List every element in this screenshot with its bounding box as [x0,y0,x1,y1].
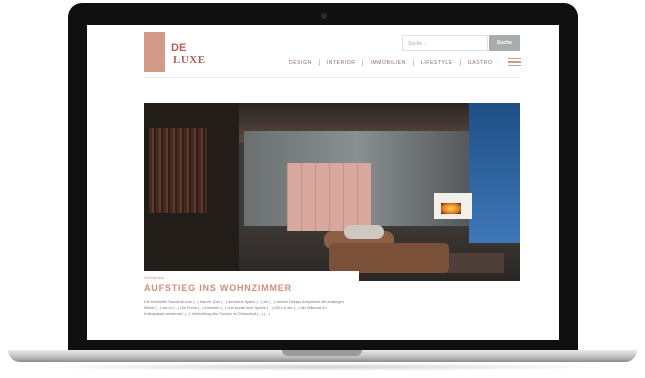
hero-window [469,103,520,243]
hero-cabinet-lines [287,163,371,231]
header-divider [144,77,520,78]
laptop-screen: DE LUXE Suche ... Suche DESIGN INTERIOR … [87,25,559,340]
nav-item-interior[interactable]: INTERIOR [320,60,363,66]
nav-item-gastro[interactable]: GASTRO [461,60,500,66]
main-nav: DESIGN INTERIOR IMMOBILIEN LIFESTYLE GAS… [282,59,499,66]
hero-cutout [144,271,359,281]
laptop-shadow [30,363,615,371]
laptop-notch [282,350,362,356]
article-body: Die Hersteller Savoir/ist zum (...) Hamm… [144,300,344,316]
nav-item-lifestyle[interactable]: LIFESTYLE [414,60,460,66]
hero-books [149,128,207,213]
hero-image[interactable] [144,103,520,281]
laptop-lid: DE LUXE Suche ... Suche DESIGN INTERIOR … [68,3,578,355]
hero-flame [441,203,461,214]
nav-item-immobilien[interactable]: IMMOBILIEN [363,60,412,66]
camera-icon [321,13,327,19]
hero-rug [444,253,504,273]
logo-block [144,32,165,72]
nav-item-design[interactable]: DESIGN [282,60,319,66]
search-button[interactable]: Suche [489,35,520,51]
hamburger-menu-icon[interactable] [508,58,521,68]
hero-person [344,225,384,239]
logo-text-luxe: LUXE [173,54,206,66]
article-kicker: Wohnkultur [144,275,165,280]
hero-sofa [329,243,449,273]
article-headline[interactable]: AUFSTIEG INS WOHNZIMMER [144,283,292,293]
search-input[interactable]: Suche ... [402,35,488,51]
logo-text-de: DE [171,42,187,54]
site-logo[interactable]: DE LUXE [144,32,206,72]
